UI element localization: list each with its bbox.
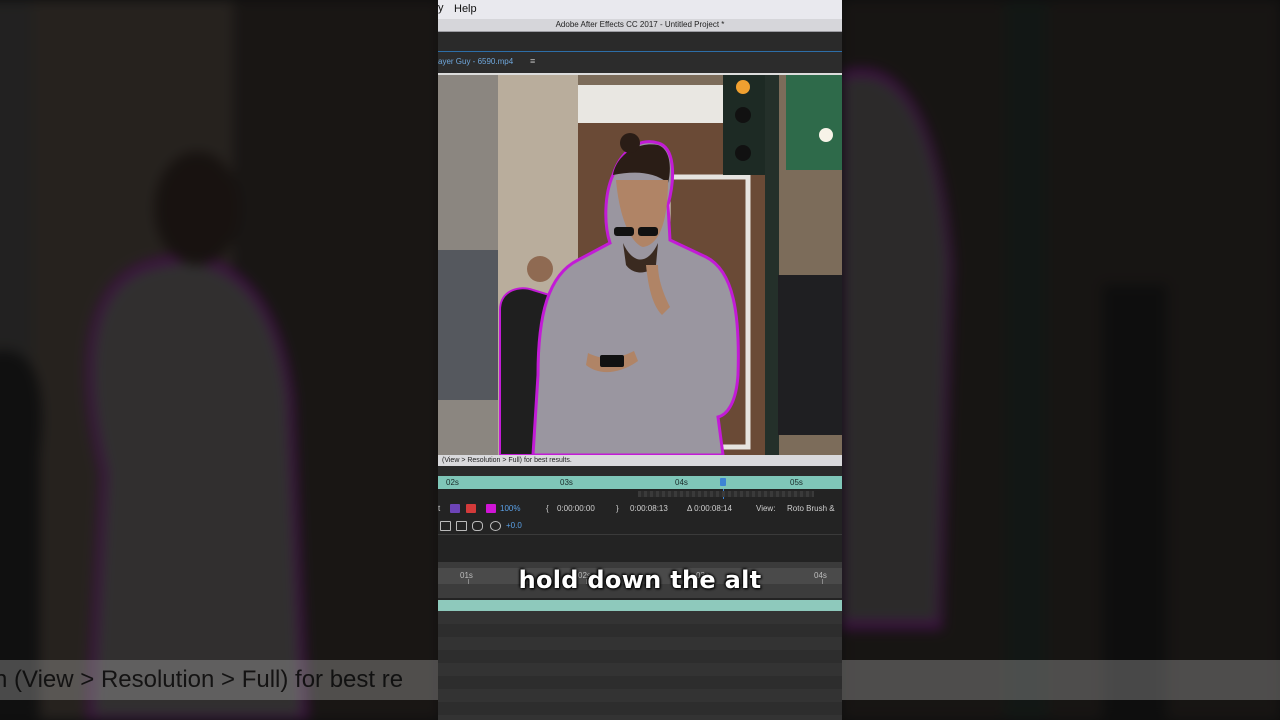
layer-duration-bar[interactable] [438, 600, 842, 611]
after-effects-panel: y Help Adobe After Effects CC 2017 - Unt… [438, 0, 842, 720]
ruler-tick: 03s [560, 478, 573, 487]
in-point-bracket: { [546, 504, 549, 513]
traffic-pole [765, 75, 779, 455]
channel-red-icon[interactable] [466, 504, 476, 513]
ruler-tick: 02s [446, 478, 459, 487]
snapshot-icon[interactable] [472, 521, 483, 531]
zoom-unit: % [513, 504, 521, 513]
layer-controls-row-2: +0.0 [438, 518, 842, 534]
scrub-bar[interactable] [638, 491, 814, 497]
menu-help[interactable]: Help [454, 3, 477, 15]
controls-edge-glyph: t [438, 504, 441, 513]
ruler-tick: 04s [675, 478, 688, 487]
street-crowd [438, 250, 498, 400]
window-titlebar: Adobe After Effects CC 2017 - Untitled P… [438, 19, 842, 32]
layer-viewer[interactable] [438, 75, 842, 455]
traffic-light-green [786, 75, 842, 170]
in-time[interactable]: 0:00:00:00 [557, 504, 595, 513]
exposure-value[interactable]: +0.0 [506, 521, 522, 530]
roto-color-swatch[interactable] [486, 504, 496, 513]
viewer-status-text: (View > Resolution > Full) for best resu… [442, 457, 572, 464]
zoom-value: 100 [500, 504, 514, 513]
tab-layer[interactable]: ayer Guy - 6590.mp4 [438, 57, 513, 66]
current-time-indicator[interactable] [720, 478, 726, 486]
toolbar-strip [438, 32, 842, 52]
pedestrian-right [778, 275, 842, 435]
viewer-status-line: (View > Resolution > Full) for best resu… [438, 455, 842, 466]
view-dropdown[interactable]: Roto Brush & [787, 504, 835, 513]
layer-controls-row: t 100% { 0:00:00:00 } 0:00:08:13 Δ 0:00:… [438, 501, 842, 517]
out-point-bracket: } [616, 504, 619, 513]
timeline-gap [438, 466, 842, 476]
reset-exposure-icon[interactable] [490, 521, 501, 531]
video-caption: hold down the alt [518, 566, 762, 594]
panel-separator [438, 534, 842, 535]
menu-bar: y Help [438, 0, 842, 20]
ruler-tick: 05s [790, 478, 803, 487]
transparency-grid-icon[interactable] [456, 521, 467, 531]
layer-panel-tabbar: ayer Guy - 6590.mp4 ≡ [438, 52, 842, 75]
region-of-interest-icon[interactable] [440, 521, 451, 531]
hamburger-menu-icon[interactable]: ≡ [530, 56, 535, 66]
window-title: Adobe After Effects CC 2017 - Untitled P… [555, 20, 725, 29]
menu-edge-fragment[interactable]: y [438, 2, 444, 14]
layer-time-ruler[interactable]: 02s 03s 04s 05s [438, 476, 842, 489]
duration: Δ 0:00:08:14 [687, 504, 732, 513]
channel-rgb-icon[interactable] [450, 504, 460, 513]
view-label: View: [756, 504, 776, 513]
shop-awning [578, 85, 728, 123]
timeline-empty-rows [438, 611, 842, 720]
background-status-text: n (View > Resolution > Full) for best re [0, 666, 404, 693]
zoom-level[interactable]: 100% [500, 504, 520, 513]
out-time[interactable]: 0:00:08:13 [630, 504, 668, 513]
